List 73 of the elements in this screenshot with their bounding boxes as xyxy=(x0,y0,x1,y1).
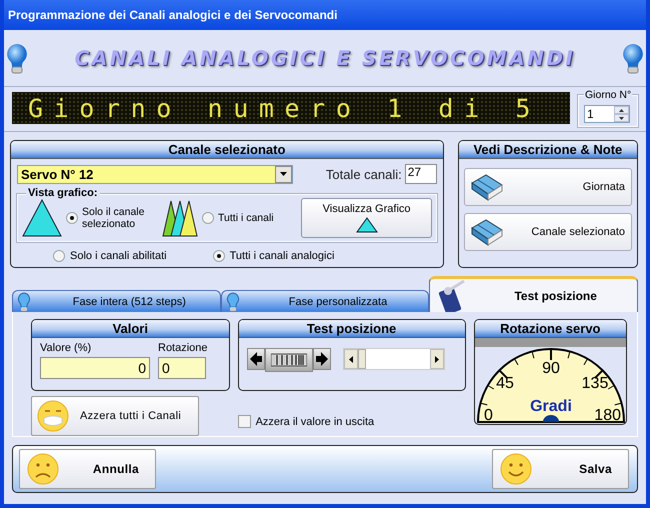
scale-label: 135 xyxy=(581,375,608,392)
scroll-left-button[interactable] xyxy=(344,349,358,369)
down-arrow-icon xyxy=(619,116,624,120)
radio-button[interactable] xyxy=(212,250,225,262)
banner-title: CANALI ANALOGICI E SERVOCOMANDI xyxy=(74,46,576,70)
scale-label: 90 xyxy=(542,360,560,377)
spin-up-button[interactable] xyxy=(614,106,629,114)
cancel-button[interactable]: Annulla xyxy=(19,449,156,489)
checkbox[interactable] xyxy=(238,415,251,428)
panel-header: Valori xyxy=(32,320,229,338)
unit-label: Gradi xyxy=(530,398,572,415)
notes-button[interactable]: Giornata xyxy=(464,168,632,206)
value-field[interactable]: 0 xyxy=(158,357,206,379)
spin-down-button[interactable] xyxy=(614,114,629,122)
up-arrow-icon xyxy=(619,108,624,112)
left-button[interactable] xyxy=(246,348,265,370)
left-arrow-icon xyxy=(250,352,262,366)
scale-label: 0 xyxy=(484,407,493,423)
dropdown-button[interactable] xyxy=(275,166,292,182)
radio-button[interactable] xyxy=(66,212,78,224)
scroll-right-button[interactable] xyxy=(430,349,444,369)
ruler-icon xyxy=(270,353,307,367)
radio-label: Solo il canale selezionato xyxy=(82,206,146,230)
lightbulb-icon xyxy=(17,292,31,312)
lightbulb-icon xyxy=(622,42,644,74)
sad-face-icon xyxy=(26,452,60,486)
tab[interactable]: Fase personalizzata xyxy=(220,290,430,312)
radio-label: Solo i canali abilitati xyxy=(70,250,167,262)
spin-field[interactable]: 1 xyxy=(584,105,630,123)
book-icon xyxy=(468,218,503,246)
tab[interactable]: Fase intera (512 steps) xyxy=(12,290,221,312)
scale-label: 45 xyxy=(496,375,514,392)
checkbox-label: Azzera il valore in uscita xyxy=(256,416,374,428)
position-slider[interactable] xyxy=(342,348,445,370)
right-arrow-icon xyxy=(434,356,439,362)
total-field[interactable]: 27 xyxy=(404,164,437,184)
field-label: Valore (%) xyxy=(40,342,92,354)
radio-button[interactable] xyxy=(53,250,65,262)
notes-button[interactable]: Canale selezionato xyxy=(464,213,632,251)
giorno-label: Giorno N° xyxy=(584,89,632,101)
caret-icon xyxy=(280,172,287,176)
value-field[interactable]: 0 xyxy=(40,357,150,379)
chart-button[interactable]: Visualizza Grafico xyxy=(301,198,432,238)
panel-header: Rotazione servo xyxy=(474,320,626,338)
radio-label: Tutti i canali xyxy=(218,212,275,224)
masked-face-icon xyxy=(36,399,70,433)
lightbulb-icon xyxy=(226,292,240,312)
reset-button[interactable]: Azzera tutti i Canali xyxy=(31,396,199,436)
needle-hub xyxy=(542,415,559,422)
panel-header: Test posizione xyxy=(238,320,465,338)
triangle-icon xyxy=(22,199,62,237)
radio-button[interactable] xyxy=(202,212,214,224)
jog-wheel-drawing[interactable] xyxy=(264,348,313,372)
panel-header: Canale selezionato xyxy=(11,141,443,159)
triangles-icon xyxy=(162,199,198,237)
book-icon xyxy=(468,173,503,201)
smiley-icon xyxy=(499,452,533,486)
triangle-icon xyxy=(356,217,378,233)
panel-header: Vedi Descrizione & Note xyxy=(458,141,637,159)
field-label: Rotazione xyxy=(158,342,208,354)
window-title: Programmazione dei Canali analogici e dei Servocomandi xyxy=(4,0,646,30)
total-label: Totale canali: xyxy=(326,166,402,182)
lightbulb-icon xyxy=(6,42,28,74)
radio-label: Tutti i canali analogici xyxy=(230,250,334,262)
right-arrow-icon xyxy=(316,352,328,366)
servo-dropdown[interactable]: Servo N° 12 xyxy=(17,164,293,184)
scale-label: 180 xyxy=(594,407,621,423)
save-button[interactable]: Salva xyxy=(492,449,629,489)
group-label: Vista grafico: xyxy=(26,187,100,199)
right-button[interactable] xyxy=(312,348,331,370)
left-arrow-icon xyxy=(348,356,353,362)
tab[interactable]: Test posizione xyxy=(429,276,638,312)
led-display: Giorno numero 1 di 5 xyxy=(12,92,570,124)
